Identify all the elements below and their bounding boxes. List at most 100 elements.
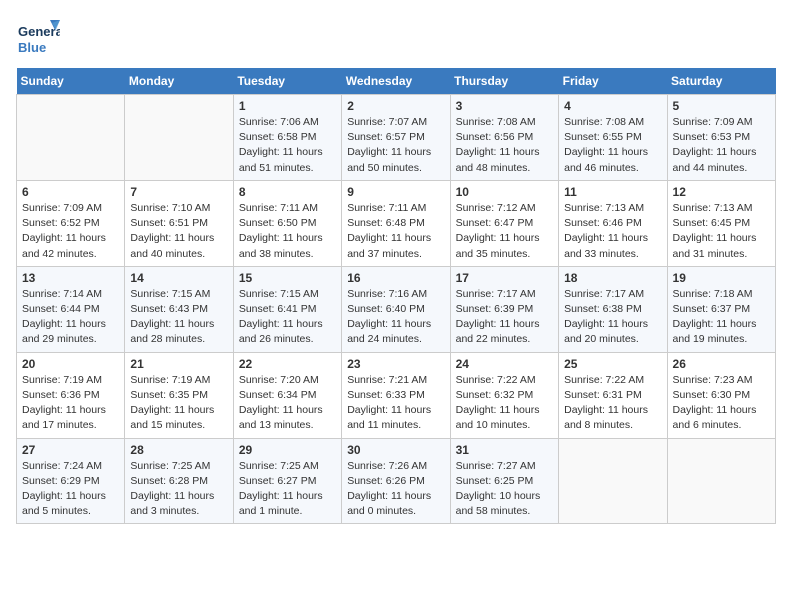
day-cell: 21 Sunrise: 7:19 AMSunset: 6:35 PMDayligh… bbox=[125, 352, 233, 438]
day-detail: Sunrise: 7:11 AMSunset: 6:48 PMDaylight:… bbox=[347, 201, 444, 262]
day-detail: Sunrise: 7:09 AMSunset: 6:52 PMDaylight:… bbox=[22, 201, 119, 262]
column-header-friday: Friday bbox=[559, 68, 667, 95]
day-detail: Sunrise: 7:15 AMSunset: 6:43 PMDaylight:… bbox=[130, 287, 227, 348]
day-cell: 7 Sunrise: 7:10 AMSunset: 6:51 PMDaylight… bbox=[125, 180, 233, 266]
day-cell: 5Sunrise: 7:09 AMSunset: 6:53 PMDaylight… bbox=[667, 95, 775, 181]
day-detail: Sunrise: 7:09 AMSunset: 6:53 PMDaylight:… bbox=[673, 115, 770, 176]
day-detail: Sunrise: 7:16 AMSunset: 6:40 PMDaylight:… bbox=[347, 287, 444, 348]
day-cell: 2 Sunrise: 7:07 AMSunset: 6:57 PMDaylight… bbox=[342, 95, 450, 181]
day-detail: Sunrise: 7:25 AMSunset: 6:27 PMDaylight:… bbox=[239, 459, 336, 520]
logo: General Blue bbox=[16, 16, 60, 60]
day-cell: 17 Sunrise: 7:17 AMSunset: 6:39 PMDayligh… bbox=[450, 266, 559, 352]
day-cell: 19 Sunrise: 7:18 AMSunset: 6:37 PMDayligh… bbox=[667, 266, 775, 352]
day-number: 19 bbox=[673, 271, 770, 285]
week-row-2: 6 Sunrise: 7:09 AMSunset: 6:52 PMDaylight… bbox=[17, 180, 776, 266]
day-cell: 8 Sunrise: 7:11 AMSunset: 6:50 PMDaylight… bbox=[233, 180, 341, 266]
day-number: 1 bbox=[239, 99, 336, 113]
day-cell: 12 Sunrise: 7:13 AMSunset: 6:45 PMDayligh… bbox=[667, 180, 775, 266]
day-detail: Sunrise: 7:17 AMSunset: 6:39 PMDaylight:… bbox=[456, 287, 554, 348]
day-number: 12 bbox=[673, 185, 770, 199]
day-cell: 16 Sunrise: 7:16 AMSunset: 6:40 PMDayligh… bbox=[342, 266, 450, 352]
day-cell: 29 Sunrise: 7:25 AMSunset: 6:27 PMDayligh… bbox=[233, 438, 341, 524]
day-number: 31 bbox=[456, 443, 554, 457]
day-cell: 20Sunrise: 7:19 AMSunset: 6:36 PMDayligh… bbox=[17, 352, 125, 438]
day-number: 7 bbox=[130, 185, 227, 199]
week-row-3: 13 Sunrise: 7:14 AMSunset: 6:44 PMDayligh… bbox=[17, 266, 776, 352]
day-cell: 1Sunrise: 7:06 AMSunset: 6:58 PMDaylight… bbox=[233, 95, 341, 181]
day-number: 15 bbox=[239, 271, 336, 285]
day-number: 2 bbox=[347, 99, 444, 113]
day-cell: 13 Sunrise: 7:14 AMSunset: 6:44 PMDayligh… bbox=[17, 266, 125, 352]
week-row-4: 20Sunrise: 7:19 AMSunset: 6:36 PMDayligh… bbox=[17, 352, 776, 438]
day-detail: Sunrise: 7:18 AMSunset: 6:37 PMDaylight:… bbox=[673, 287, 770, 348]
day-cell bbox=[17, 95, 125, 181]
day-number: 27 bbox=[22, 443, 119, 457]
day-detail: Sunrise: 7:20 AMSunset: 6:34 PMDaylight:… bbox=[239, 373, 336, 434]
day-detail: Sunrise: 7:14 AMSunset: 6:44 PMDaylight:… bbox=[22, 287, 119, 348]
day-detail: Sunrise: 7:08 AMSunset: 6:55 PMDaylight:… bbox=[564, 115, 661, 176]
day-number: 29 bbox=[239, 443, 336, 457]
column-header-wednesday: Wednesday bbox=[342, 68, 450, 95]
day-number: 23 bbox=[347, 357, 444, 371]
day-number: 16 bbox=[347, 271, 444, 285]
day-number: 4 bbox=[564, 99, 661, 113]
day-cell: 6 Sunrise: 7:09 AMSunset: 6:52 PMDaylight… bbox=[17, 180, 125, 266]
page-header: General Blue bbox=[16, 16, 776, 60]
day-detail: Sunrise: 7:10 AMSunset: 6:51 PMDaylight:… bbox=[130, 201, 227, 262]
day-detail: Sunrise: 7:07 AMSunset: 6:57 PMDaylight:… bbox=[347, 115, 444, 176]
day-number: 25 bbox=[564, 357, 661, 371]
day-cell: 25 Sunrise: 7:22 AMSunset: 6:31 PMDayligh… bbox=[559, 352, 667, 438]
week-row-5: 27 Sunrise: 7:24 AMSunset: 6:29 PMDayligh… bbox=[17, 438, 776, 524]
day-number: 24 bbox=[456, 357, 554, 371]
column-header-tuesday: Tuesday bbox=[233, 68, 341, 95]
column-header-thursday: Thursday bbox=[450, 68, 559, 95]
day-number: 8 bbox=[239, 185, 336, 199]
day-detail: Sunrise: 7:15 AMSunset: 6:41 PMDaylight:… bbox=[239, 287, 336, 348]
day-cell: 9 Sunrise: 7:11 AMSunset: 6:48 PMDaylight… bbox=[342, 180, 450, 266]
day-cell: 11 Sunrise: 7:13 AMSunset: 6:46 PMDayligh… bbox=[559, 180, 667, 266]
svg-text:Blue: Blue bbox=[18, 40, 46, 55]
day-detail: Sunrise: 7:27 AMSunset: 6:25 PMDaylight:… bbox=[456, 459, 554, 520]
day-detail: Sunrise: 7:24 AMSunset: 6:29 PMDaylight:… bbox=[22, 459, 119, 520]
day-cell: 15 Sunrise: 7:15 AMSunset: 6:41 PMDayligh… bbox=[233, 266, 341, 352]
day-number: 18 bbox=[564, 271, 661, 285]
day-cell bbox=[125, 95, 233, 181]
day-number: 17 bbox=[456, 271, 554, 285]
day-cell bbox=[559, 438, 667, 524]
day-cell: 30 Sunrise: 7:26 AMSunset: 6:26 PMDayligh… bbox=[342, 438, 450, 524]
day-cell: 23Sunrise: 7:21 AMSunset: 6:33 PMDayligh… bbox=[342, 352, 450, 438]
header-row: SundayMondayTuesdayWednesdayThursdayFrid… bbox=[17, 68, 776, 95]
day-detail: Sunrise: 7:19 AMSunset: 6:35 PMDaylight:… bbox=[130, 373, 227, 434]
week-row-1: 1Sunrise: 7:06 AMSunset: 6:58 PMDaylight… bbox=[17, 95, 776, 181]
day-number: 6 bbox=[22, 185, 119, 199]
day-number: 11 bbox=[564, 185, 661, 199]
day-detail: Sunrise: 7:26 AMSunset: 6:26 PMDaylight:… bbox=[347, 459, 444, 520]
day-number: 20 bbox=[22, 357, 119, 371]
day-cell: 14Sunrise: 7:15 AMSunset: 6:43 PMDayligh… bbox=[125, 266, 233, 352]
logo-svg-container: General Blue bbox=[16, 16, 60, 60]
day-cell: 3 Sunrise: 7:08 AMSunset: 6:56 PMDaylight… bbox=[450, 95, 559, 181]
day-cell: 26Sunrise: 7:23 AMSunset: 6:30 PMDayligh… bbox=[667, 352, 775, 438]
day-detail: Sunrise: 7:08 AMSunset: 6:56 PMDaylight:… bbox=[456, 115, 554, 176]
column-header-sunday: Sunday bbox=[17, 68, 125, 95]
day-number: 13 bbox=[22, 271, 119, 285]
day-cell: 10Sunrise: 7:12 AMSunset: 6:47 PMDayligh… bbox=[450, 180, 559, 266]
day-cell bbox=[667, 438, 775, 524]
day-detail: Sunrise: 7:12 AMSunset: 6:47 PMDaylight:… bbox=[456, 201, 554, 262]
logo-graphic: General Blue bbox=[16, 16, 60, 60]
day-detail: Sunrise: 7:22 AMSunset: 6:32 PMDaylight:… bbox=[456, 373, 554, 434]
day-cell: 31 Sunrise: 7:27 AMSunset: 6:25 PMDayligh… bbox=[450, 438, 559, 524]
day-detail: Sunrise: 7:13 AMSunset: 6:45 PMDaylight:… bbox=[673, 201, 770, 262]
day-detail: Sunrise: 7:13 AMSunset: 6:46 PMDaylight:… bbox=[564, 201, 661, 262]
day-number: 30 bbox=[347, 443, 444, 457]
day-number: 9 bbox=[347, 185, 444, 199]
day-number: 28 bbox=[130, 443, 227, 457]
day-number: 22 bbox=[239, 357, 336, 371]
day-number: 21 bbox=[130, 357, 227, 371]
day-detail: Sunrise: 7:22 AMSunset: 6:31 PMDaylight:… bbox=[564, 373, 661, 434]
day-cell: 22 Sunrise: 7:20 AMSunset: 6:34 PMDayligh… bbox=[233, 352, 341, 438]
day-detail: Sunrise: 7:11 AMSunset: 6:50 PMDaylight:… bbox=[239, 201, 336, 262]
column-header-saturday: Saturday bbox=[667, 68, 775, 95]
day-number: 3 bbox=[456, 99, 554, 113]
day-detail: Sunrise: 7:23 AMSunset: 6:30 PMDaylight:… bbox=[673, 373, 770, 434]
